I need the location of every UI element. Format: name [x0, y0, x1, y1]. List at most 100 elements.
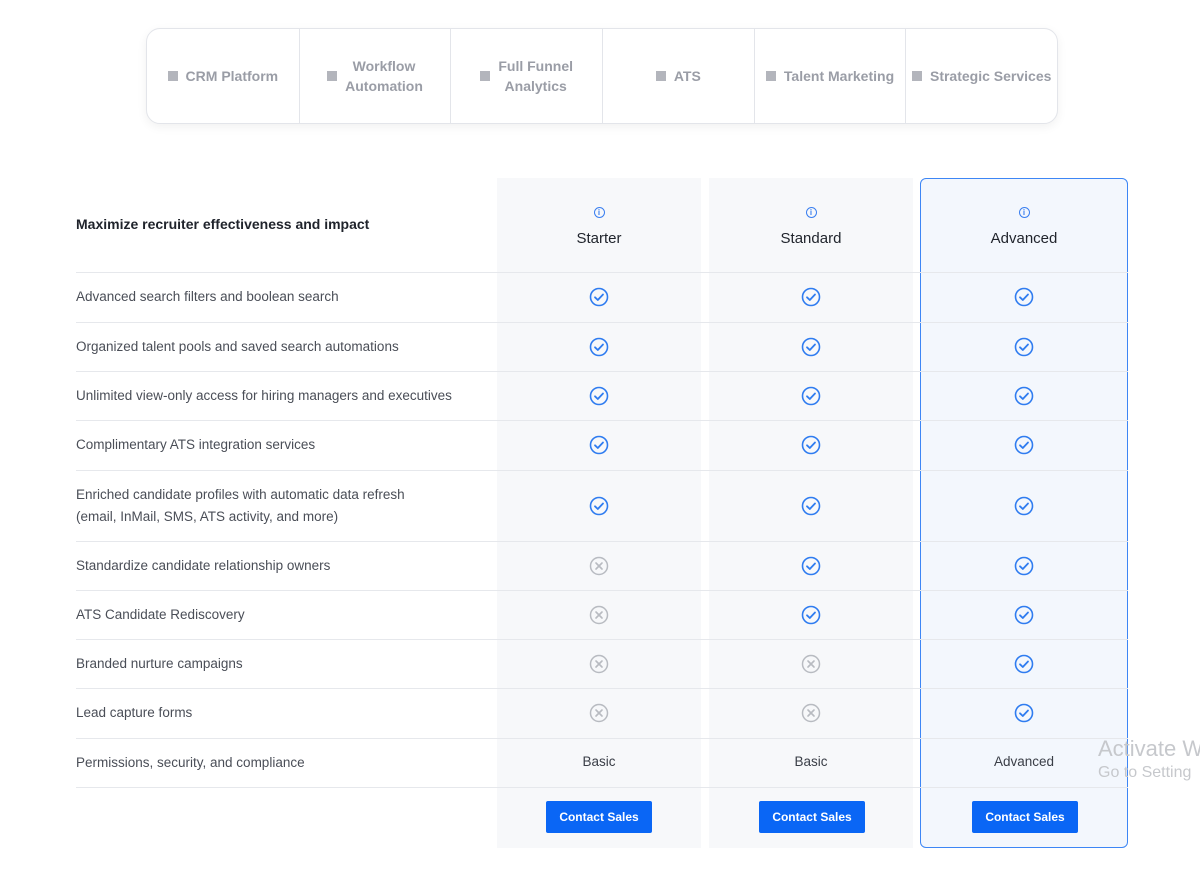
check-circle-icon	[589, 435, 609, 455]
check-circle-icon	[791, 384, 831, 408]
row-divider	[76, 470, 1128, 471]
feature-label: Unlimited view-only access for hiring ma…	[76, 387, 452, 403]
check-circle-icon	[791, 285, 831, 309]
check-circle-icon	[801, 496, 821, 515]
row-divider	[76, 322, 1128, 323]
check-circle-icon	[579, 494, 619, 518]
row-divider	[76, 787, 1128, 788]
feature-label: Branded nurture campaigns	[76, 655, 243, 671]
tab-label: Workflow Automation	[345, 58, 423, 94]
check-circle-icon	[801, 435, 821, 455]
square-icon	[480, 71, 491, 81]
tier-value: Advanced	[993, 753, 1055, 769]
x-circle-icon	[589, 605, 609, 624]
row-divider	[76, 420, 1128, 421]
check-circle-icon	[579, 384, 619, 408]
check-circle-icon	[791, 335, 831, 359]
feature-label: Enriched candidate profiles with automat…	[76, 486, 405, 524]
check-circle-icon	[1004, 554, 1044, 578]
plan-name: Standard	[780, 230, 842, 247]
feature-label: Permissions, security, and compliance	[76, 754, 305, 770]
contact-sales-button-standard[interactable]: Contact Sales	[759, 801, 865, 833]
feature-label: Lead capture forms	[76, 705, 193, 720]
check-circle-icon	[791, 433, 831, 457]
tab-label: CRM Platform	[185, 68, 279, 84]
check-circle-icon	[1014, 337, 1034, 356]
tab-strategic-services[interactable]: Strategic Services	[905, 29, 1057, 123]
tab-ats[interactable]: ATS	[602, 29, 754, 123]
check-circle-icon	[579, 285, 619, 309]
tab-label: Full Funnel Analytics	[498, 58, 573, 94]
check-circle-icon	[1004, 603, 1044, 627]
x-circle-icon	[791, 652, 831, 676]
check-circle-icon	[1014, 605, 1034, 624]
plan-header-starter: i Starter	[497, 202, 701, 247]
x-circle-icon	[801, 703, 821, 723]
check-circle-icon	[1014, 386, 1034, 405]
info-icon[interactable]: i	[805, 207, 817, 218]
row-divider	[76, 639, 1128, 640]
check-circle-icon	[791, 494, 831, 518]
x-circle-icon	[579, 652, 619, 676]
square-icon	[327, 71, 338, 81]
check-circle-icon	[589, 496, 609, 515]
tier-value: Basic	[582, 753, 616, 769]
feature-label: Standardize candidate relationship owner…	[76, 557, 331, 573]
x-circle-icon	[589, 654, 609, 673]
x-circle-icon	[589, 556, 609, 575]
check-circle-icon	[1004, 433, 1044, 457]
check-circle-icon	[801, 287, 821, 307]
x-circle-icon	[791, 701, 831, 725]
check-circle-icon	[1014, 435, 1034, 455]
row-divider	[76, 590, 1128, 591]
x-circle-icon	[589, 703, 609, 723]
row-divider	[76, 738, 1128, 739]
plan-header-advanced: i Advanced	[922, 202, 1126, 247]
tab-crm-platform[interactable]: CRM Platform	[147, 29, 299, 123]
tier-value: Basic	[794, 753, 828, 769]
check-circle-icon	[579, 433, 619, 457]
check-circle-icon	[1004, 335, 1044, 359]
row-divider	[76, 272, 1128, 273]
check-circle-icon	[1014, 287, 1034, 307]
check-circle-icon	[1004, 285, 1044, 309]
x-circle-icon	[579, 554, 619, 578]
row-divider	[76, 688, 1128, 689]
square-icon	[911, 71, 922, 81]
tab-label: Talent Marketing	[783, 68, 895, 84]
watermark-line-2: Go to Setting	[1098, 764, 1192, 781]
x-circle-icon	[801, 654, 821, 673]
check-circle-icon	[589, 386, 609, 405]
plan-name: Advanced	[990, 230, 1058, 247]
check-circle-icon	[1014, 556, 1034, 575]
x-circle-icon	[579, 603, 619, 627]
info-icon[interactable]: i	[593, 207, 605, 218]
watermark-line-1: Activate W	[1098, 736, 1200, 761]
tab-workflow-automation[interactable]: Workflow Automation	[298, 29, 451, 123]
check-circle-icon	[1014, 654, 1034, 673]
product-tab-bar: CRM Platform Workflow Automation Full Fu…	[146, 28, 1058, 124]
check-circle-icon	[589, 287, 609, 307]
row-divider	[76, 541, 1128, 542]
section-title: Maximize recruiter effectiveness and imp…	[76, 216, 370, 232]
square-icon	[655, 71, 666, 81]
check-circle-icon	[1014, 496, 1034, 515]
tab-label: ATS	[673, 68, 701, 84]
check-circle-icon	[791, 554, 831, 578]
check-circle-icon	[801, 605, 821, 624]
check-circle-icon	[1014, 703, 1034, 723]
row-divider	[76, 371, 1128, 372]
square-icon	[167, 71, 178, 81]
check-circle-icon	[1004, 494, 1044, 518]
check-circle-icon	[589, 337, 609, 356]
tab-talent-marketing[interactable]: Talent Marketing	[753, 29, 906, 123]
x-circle-icon	[579, 701, 619, 725]
activation-watermark: Activate W Go to Setting	[1098, 736, 1200, 782]
plan-header-standard: i Standard	[709, 202, 913, 247]
check-circle-icon	[801, 337, 821, 356]
tab-full-funnel-analytics[interactable]: Full Funnel Analytics	[450, 29, 602, 123]
contact-sales-button-advanced[interactable]: Contact Sales	[972, 801, 1078, 833]
contact-sales-button-starter[interactable]: Contact Sales	[546, 801, 652, 833]
info-icon[interactable]: i	[1018, 207, 1030, 218]
feature-label: Organized talent pools and saved search …	[76, 338, 399, 354]
